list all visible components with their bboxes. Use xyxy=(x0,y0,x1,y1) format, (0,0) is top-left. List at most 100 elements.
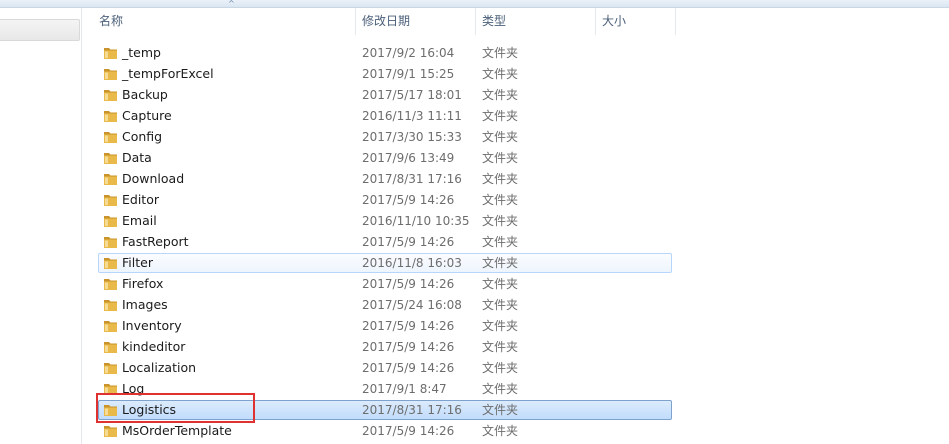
file-name: Inventory xyxy=(122,318,182,333)
file-type: 文件夹 xyxy=(482,46,519,60)
file-modified-date: 2017/3/30 15:33 xyxy=(362,130,462,144)
file-type: 文件夹 xyxy=(482,67,519,81)
column-header-size-label: 大小 xyxy=(602,14,627,28)
file-row[interactable]: Email 2016/11/10 10:35 文件夹 xyxy=(98,211,672,231)
file-type: 文件夹 xyxy=(482,319,519,333)
file-modified-date: 2016/11/3 11:11 xyxy=(362,109,462,123)
file-name: kindeditor xyxy=(122,339,186,354)
file-name: _tempForExcel xyxy=(122,66,214,81)
file-type: 文件夹 xyxy=(482,277,519,291)
folder-icon xyxy=(103,235,118,249)
file-type: 文件夹 xyxy=(482,403,519,417)
file-name: Email xyxy=(122,213,157,228)
file-modified-date: 2017/5/9 14:26 xyxy=(362,361,455,375)
file-row[interactable]: _temp 2017/9/2 16:04 文件夹 xyxy=(98,43,672,63)
file-row[interactable]: Data 2017/9/6 13:49 文件夹 xyxy=(98,148,672,168)
file-row[interactable]: Capture 2016/11/3 11:11 文件夹 xyxy=(98,106,672,126)
file-modified-date: 2017/9/1 15:25 xyxy=(362,67,455,81)
file-row[interactable]: Config 2017/3/30 15:33 文件夹 xyxy=(98,127,672,147)
file-type: 文件夹 xyxy=(482,340,519,354)
folder-icon xyxy=(103,298,118,312)
navigation-pane[interactable] xyxy=(0,8,82,444)
file-name: Editor xyxy=(122,192,159,207)
file-row[interactable]: MsOrderTemplate 2017/5/9 14:26 文件夹 xyxy=(98,421,672,441)
file-type: 文件夹 xyxy=(482,193,519,207)
file-row[interactable]: _tempForExcel 2017/9/1 15:25 文件夹 xyxy=(98,64,672,84)
column-header-date-label: 修改日期 xyxy=(362,14,411,28)
file-row[interactable]: FastReport 2017/5/9 14:26 文件夹 xyxy=(98,232,672,252)
file-name: FastReport xyxy=(122,234,189,249)
folder-icon xyxy=(103,214,118,228)
file-modified-date: 2017/5/9 14:26 xyxy=(362,235,455,249)
file-row[interactable]: Firefox 2017/5/9 14:26 文件夹 xyxy=(98,274,672,294)
file-modified-date: 2016/11/10 10:35 xyxy=(362,214,470,228)
file-name: Config xyxy=(122,129,163,144)
file-type: 文件夹 xyxy=(482,172,519,186)
column-header-type-label: 类型 xyxy=(482,14,507,28)
file-type: 文件夹 xyxy=(482,88,519,102)
column-header-type[interactable]: 类型 xyxy=(476,8,596,35)
file-modified-date: 2017/9/6 13:49 xyxy=(362,151,455,165)
folder-icon xyxy=(103,88,118,102)
file-name: Filter xyxy=(122,255,153,270)
file-type: 文件夹 xyxy=(482,214,519,228)
file-row[interactable]: Inventory 2017/5/9 14:26 文件夹 xyxy=(98,316,672,336)
file-name: Data xyxy=(122,150,152,165)
file-type: 文件夹 xyxy=(482,361,519,375)
file-name: MsOrderTemplate xyxy=(122,423,232,438)
file-modified-date: 2017/5/9 14:26 xyxy=(362,277,455,291)
folder-icon xyxy=(103,277,118,291)
column-header-bar: 名称 ^ 修改日期 类型 大小 xyxy=(83,0,949,35)
column-header-name-label: 名称 xyxy=(99,14,124,28)
sort-ascending-icon: ^ xyxy=(228,0,235,8)
file-modified-date: 2016/11/8 16:03 xyxy=(362,256,462,270)
file-modified-date: 2017/9/2 16:04 xyxy=(362,46,455,60)
file-name: Localization xyxy=(122,360,197,375)
file-row[interactable]: Download 2017/8/31 17:16 文件夹 xyxy=(98,169,672,189)
folder-icon xyxy=(103,424,118,438)
file-name: Backup xyxy=(122,87,168,102)
column-header-size[interactable]: 大小 xyxy=(596,8,676,35)
folder-icon xyxy=(103,67,118,81)
folder-icon xyxy=(103,256,118,270)
file-row[interactable]: kindeditor 2017/5/9 14:26 文件夹 xyxy=(98,337,672,357)
file-type: 文件夹 xyxy=(482,298,519,312)
file-modified-date: 2017/5/9 14:26 xyxy=(362,340,455,354)
folder-icon xyxy=(103,361,118,375)
file-row[interactable]: Localization 2017/5/9 14:26 文件夹 xyxy=(98,358,672,378)
file-modified-date: 2017/5/17 18:01 xyxy=(362,88,462,102)
folder-icon xyxy=(103,340,118,354)
file-name: Capture xyxy=(122,108,172,123)
annotation-highlight-box xyxy=(96,393,255,423)
column-header-name[interactable]: 名称 ^ xyxy=(93,0,356,35)
file-row[interactable]: Editor 2017/5/9 14:26 文件夹 xyxy=(98,190,672,210)
file-type: 文件夹 xyxy=(482,109,519,123)
nav-selected-item[interactable] xyxy=(0,19,80,41)
file-type: 文件夹 xyxy=(482,235,519,249)
file-type: 文件夹 xyxy=(482,424,519,438)
file-name: Images xyxy=(122,297,168,312)
folder-icon xyxy=(103,151,118,165)
file-row[interactable]: Filter 2016/11/8 16:03 文件夹 xyxy=(98,253,672,273)
folder-icon xyxy=(103,193,118,207)
file-modified-date: 2017/5/24 16:08 xyxy=(362,298,462,312)
file-name: Firefox xyxy=(122,276,164,291)
window-top-strip xyxy=(0,0,949,8)
file-modified-date: 2017/8/31 17:16 xyxy=(362,172,462,186)
folder-icon xyxy=(103,319,118,333)
file-modified-date: 2017/5/9 14:26 xyxy=(362,319,455,333)
file-name: Download xyxy=(122,171,185,186)
file-modified-date: 2017/5/9 14:26 xyxy=(362,424,455,438)
file-type: 文件夹 xyxy=(482,256,519,270)
file-type: 文件夹 xyxy=(482,130,519,144)
file-row[interactable]: Images 2017/5/24 16:08 文件夹 xyxy=(98,295,672,315)
column-header-date[interactable]: 修改日期 xyxy=(356,8,476,35)
file-modified-date: 2017/5/9 14:26 xyxy=(362,193,455,207)
file-name: _temp xyxy=(122,45,161,60)
folder-icon xyxy=(103,46,118,60)
file-row[interactable]: Backup 2017/5/17 18:01 文件夹 xyxy=(98,85,672,105)
folder-icon xyxy=(103,130,118,144)
file-modified-date: 2017/8/31 17:16 xyxy=(362,403,462,417)
folder-icon xyxy=(103,109,118,123)
file-type: 文件夹 xyxy=(482,382,519,396)
